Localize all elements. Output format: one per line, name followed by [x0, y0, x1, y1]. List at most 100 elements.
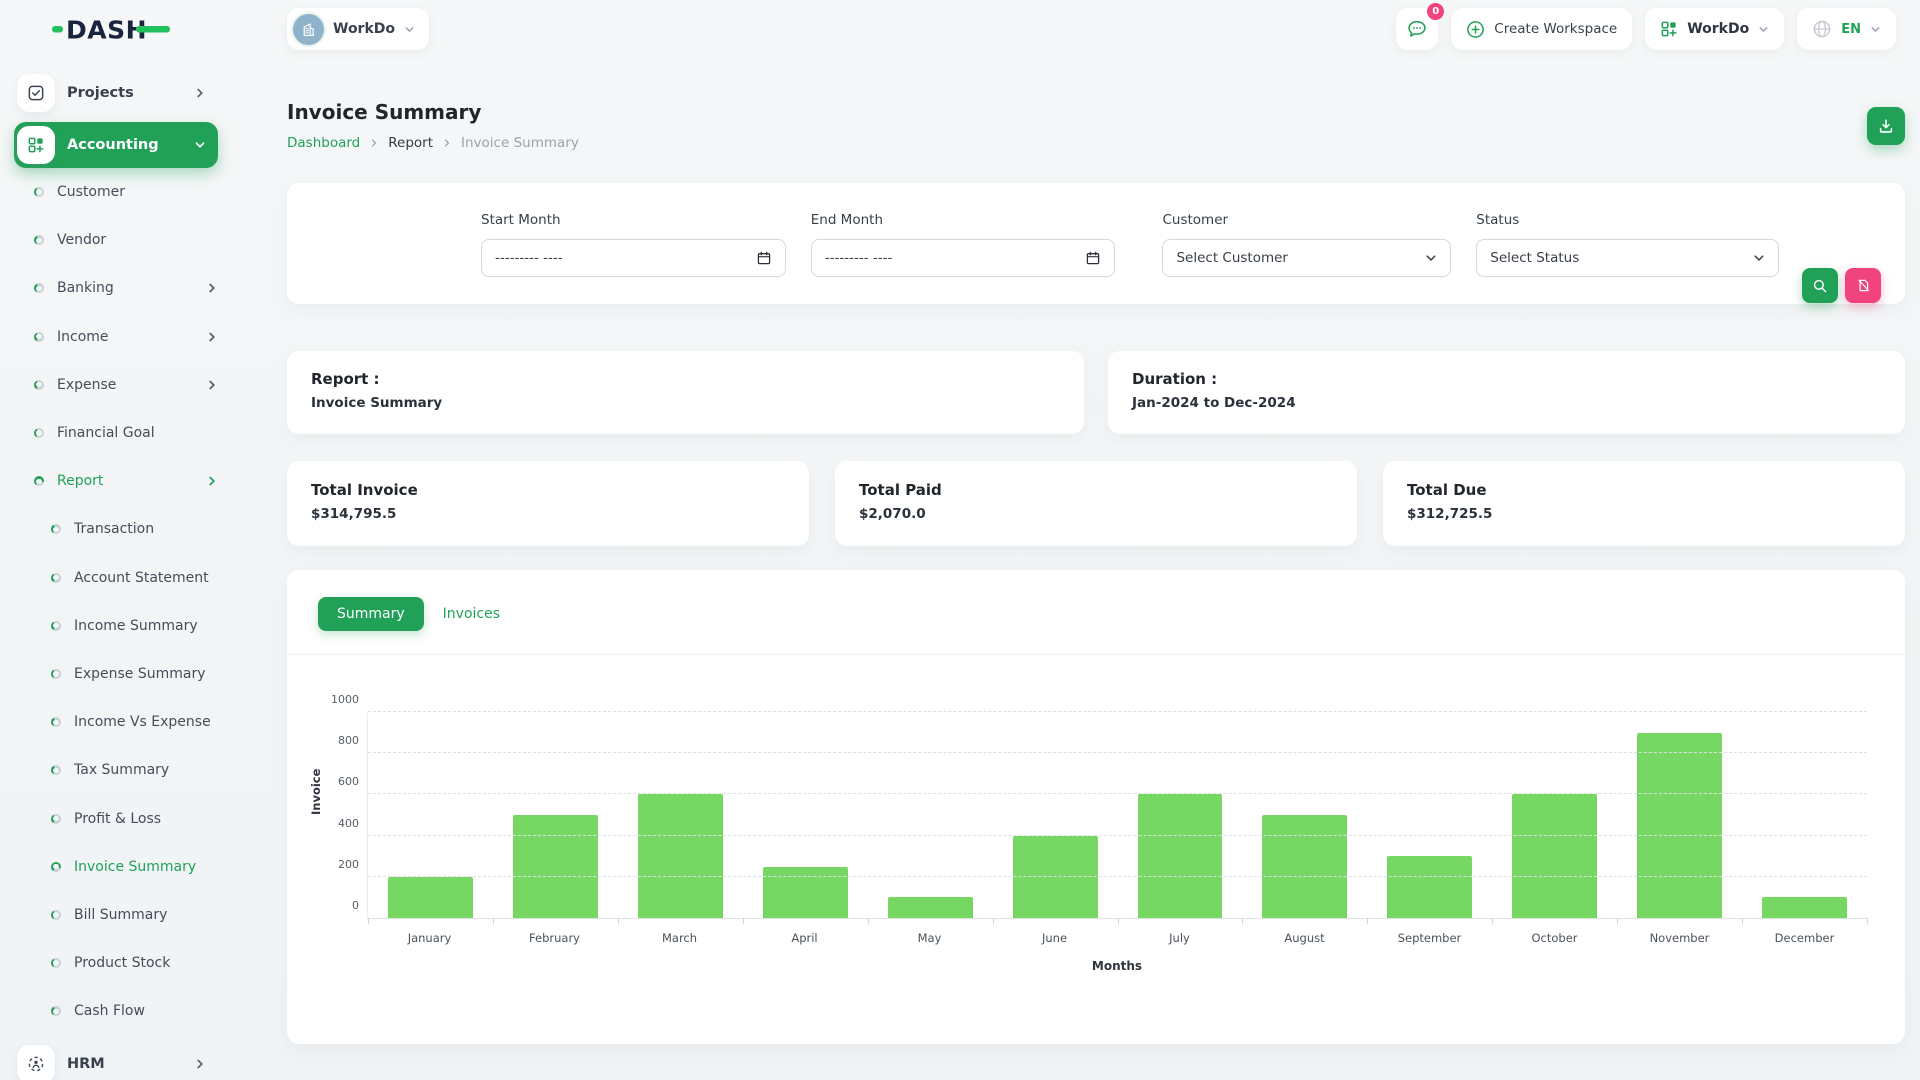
bullet-icon	[34, 283, 44, 293]
gridline-600	[368, 793, 1867, 794]
y-tick-label: 800	[338, 734, 359, 747]
sidebar-item-expense-summary[interactable]: Expense Summary	[14, 650, 218, 698]
status-label: Status	[1476, 212, 1779, 228]
sidebar-item-income-vs-expense[interactable]: Income Vs Expense	[14, 698, 218, 746]
dash-logo[interactable]: DASH	[52, 13, 170, 49]
main-content: Invoice Summary Dashboard Report Invoice…	[232, 58, 1920, 1080]
y-tick-label: 0	[352, 899, 359, 912]
chart-card: Summary Invoices Invoice 020040060080010…	[287, 570, 1905, 1044]
sidebar-item-product-stock[interactable]: Product Stock	[14, 939, 218, 987]
customer-select[interactable]: Select Customer	[1162, 239, 1451, 277]
sidebar-item-banking[interactable]: Banking	[14, 264, 218, 312]
x-axis-label-august: August	[1242, 931, 1367, 945]
search-button[interactable]	[1802, 268, 1838, 303]
language-label: EN	[1841, 22, 1861, 37]
sidebar-item-label: Financial Goal	[57, 425, 218, 441]
workspace-switcher[interactable]: WorkDo	[287, 8, 429, 50]
sidebar-item-invoice-summary[interactable]: Invoice Summary	[14, 843, 218, 891]
end-month-input[interactable]: --------- ----	[811, 239, 1116, 277]
status-select[interactable]: Select Status	[1476, 239, 1779, 277]
language-selector[interactable]: EN	[1797, 8, 1896, 50]
messages-button[interactable]: 0	[1396, 8, 1438, 50]
x-axis-labels: JanuaryFebruaryMarchAprilMayJuneJulyAugu…	[367, 931, 1867, 945]
start-month-label: Start Month	[481, 212, 786, 228]
bar-january[interactable]	[388, 877, 473, 918]
x-axis-title: Months	[367, 959, 1867, 973]
sidebar-item-financial-goal[interactable]: Financial Goal	[14, 409, 218, 457]
bar-november[interactable]	[1637, 733, 1722, 918]
report-card: Report : Invoice Summary	[287, 351, 1084, 434]
sidebar-item-profit-loss[interactable]: Profit & Loss	[14, 794, 218, 842]
start-month-input[interactable]: --------- ----	[481, 239, 786, 277]
bar-slot-november	[1617, 713, 1742, 918]
sidebar-item-account-statement[interactable]: Account Statement	[14, 554, 218, 602]
sidebar-item-projects[interactable]: Projects	[14, 70, 218, 116]
chevron-right-icon	[194, 87, 206, 99]
bar-september[interactable]	[1387, 856, 1472, 918]
sidebar-item-bill-summary[interactable]: Bill Summary	[14, 891, 218, 939]
stat-value: $2,070.0	[859, 506, 1333, 522]
bar-slot-june	[993, 713, 1118, 918]
workspace-name: WorkDo	[333, 21, 395, 37]
tab-summary[interactable]: Summary	[318, 597, 424, 631]
sidebar-item-tax-summary[interactable]: Tax Summary	[14, 746, 218, 794]
x-axis-label-october: October	[1492, 931, 1617, 945]
sidebar-item-vendor[interactable]: Vendor	[14, 216, 218, 264]
page-title: Invoice Summary	[287, 100, 1905, 124]
sidebar-item-income-summary[interactable]: Income Summary	[14, 602, 218, 650]
sidebar-item-label: Vendor	[57, 232, 218, 248]
bar-december[interactable]	[1762, 897, 1847, 918]
chart-bars	[368, 713, 1867, 918]
bullet-icon	[51, 621, 61, 631]
sidebar-item-expense[interactable]: Expense	[14, 361, 218, 409]
workspace-dropdown-label: WorkDo	[1687, 21, 1749, 37]
end-month-label: End Month	[811, 212, 1116, 228]
end-month-value: --------- ----	[825, 250, 893, 266]
start-month-group: Start Month --------- ----	[481, 212, 786, 304]
sidebar-item-cash-flow[interactable]: Cash Flow	[14, 987, 218, 1035]
sidebar-item-accounting[interactable]: Accounting	[14, 122, 218, 168]
sidebar-item-report[interactable]: Report	[14, 457, 218, 505]
download-button[interactable]	[1867, 107, 1905, 145]
sidebar-item-label: Income Vs Expense	[74, 714, 218, 730]
y-tick-label: 1000	[331, 693, 359, 706]
sidebar-item-income[interactable]: Income	[14, 313, 218, 361]
bar-may[interactable]	[888, 897, 973, 918]
sidebar-item-label: Report	[57, 473, 193, 489]
chart-plot-area: 02004006008001000	[367, 713, 1867, 919]
breadcrumb-dashboard[interactable]: Dashboard	[287, 135, 360, 151]
hrm-icon	[17, 1045, 55, 1080]
chevron-right-icon	[442, 138, 452, 148]
chevron-right-icon	[206, 282, 218, 294]
bar-april[interactable]	[763, 867, 848, 919]
x-tick	[1867, 918, 1868, 924]
stats-row: Total Invoice$314,795.5Total Paid$2,070.…	[287, 461, 1905, 546]
duration-label: Duration :	[1132, 370, 1881, 388]
bar-february[interactable]	[513, 815, 598, 918]
breadcrumb-report[interactable]: Report	[388, 135, 433, 151]
bullet-icon	[34, 235, 44, 245]
bar-july[interactable]	[1138, 794, 1223, 918]
search-icon	[1812, 278, 1828, 294]
x-tick	[1118, 918, 1119, 924]
create-workspace-button[interactable]: Create Workspace	[1451, 8, 1632, 50]
clear-filter-icon	[1856, 278, 1871, 293]
workspace-dropdown[interactable]: WorkDo	[1645, 8, 1784, 50]
end-month-group: End Month --------- ----	[811, 212, 1116, 304]
sidebar-item-customer[interactable]: Customer	[14, 168, 218, 216]
reset-filter-button[interactable]	[1845, 268, 1881, 303]
bar-october[interactable]	[1512, 794, 1597, 918]
bar-august[interactable]	[1262, 815, 1347, 918]
x-tick	[1742, 918, 1743, 924]
sidebar-item-hrm[interactable]: HRM	[14, 1041, 218, 1080]
y-axis-title: Invoice	[309, 769, 323, 815]
chevron-down-icon	[1758, 24, 1769, 35]
tab-invoices[interactable]: Invoices	[437, 597, 506, 631]
report-label: Report :	[311, 370, 1060, 388]
bullet-icon	[34, 332, 44, 342]
filter-card: Start Month --------- ---- End Month ---…	[287, 183, 1905, 304]
bullet-icon	[34, 187, 44, 197]
stat-value: $312,725.5	[1407, 506, 1881, 522]
bar-march[interactable]	[638, 794, 723, 918]
sidebar-item-transaction[interactable]: Transaction	[14, 505, 218, 553]
